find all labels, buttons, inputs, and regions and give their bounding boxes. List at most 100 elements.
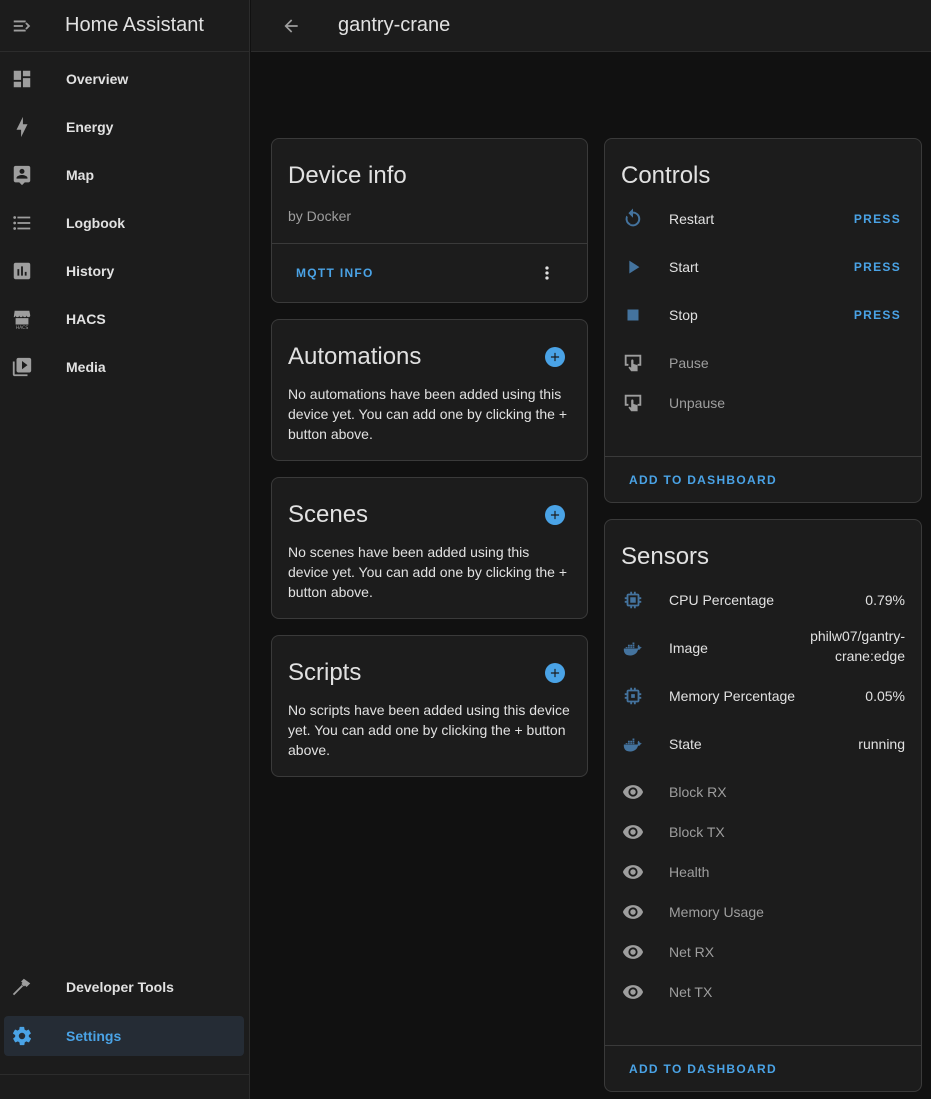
back-button[interactable] (271, 6, 311, 46)
add-script-button[interactable] (545, 663, 565, 683)
sensor-value-line: crane:edge (834, 648, 905, 664)
media-icon (4, 356, 40, 378)
sensor-name: Net TX (669, 984, 713, 1000)
sensor-name: CPU Percentage (669, 592, 775, 608)
sidebar-item-label: Logbook (66, 215, 126, 231)
overflow-menu-button[interactable] (537, 263, 557, 283)
arrow-left-icon (284, 18, 298, 33)
gesture-tap-icon (621, 391, 645, 415)
lightning-icon (4, 116, 40, 138)
control-row-unpause[interactable]: Unpause (605, 383, 921, 423)
sensor-value: 0.79% (865, 592, 905, 608)
press-button[interactable]: PRESS (854, 260, 901, 274)
sensor-row-memory-usage[interactable]: Memory Usage (605, 892, 921, 932)
card-divider (605, 1045, 921, 1046)
eye-icon (621, 860, 645, 884)
map-account-icon (4, 164, 40, 186)
card-title: Automations (288, 343, 422, 370)
sidebar-item-history[interactable]: History (4, 251, 244, 291)
control-row-stop[interactable]: Stop PRESS (605, 295, 921, 335)
sensor-name: Memory Percentage (669, 688, 796, 704)
sidebar-item-hacs[interactable]: HACS HACS (4, 299, 244, 339)
sidebar-item-label: History (66, 263, 115, 279)
sensor-row-net-rx[interactable]: Net RX (605, 932, 921, 972)
sensor-name: Image (669, 640, 708, 656)
sidebar-item-label: Map (66, 167, 94, 183)
press-button[interactable]: PRESS (854, 308, 901, 322)
sensor-name: State (669, 736, 702, 752)
page-title: gantry-crane (338, 14, 451, 36)
eye-icon (621, 780, 645, 804)
sensor-name: Health (669, 864, 710, 880)
eye-icon (621, 820, 645, 844)
sensor-name: Block RX (669, 784, 727, 800)
card-title: Device info (288, 162, 407, 189)
plus-icon (550, 510, 560, 520)
menu-toggle-button[interactable] (0, 0, 44, 52)
empty-state-text: No automations have been added using thi… (288, 386, 568, 442)
add-scene-button[interactable] (545, 505, 565, 525)
card-title: Scripts (288, 659, 362, 686)
sensor-row-image[interactable]: Image philw07/gantry-crane:edge (605, 628, 921, 668)
scenes-card: Scenes No scenes have been added using t… (271, 477, 588, 619)
sidebar-item-settings[interactable]: Settings (4, 1016, 244, 1056)
press-button[interactable]: PRESS (854, 212, 901, 226)
sidebar-item-developer-tools[interactable]: Developer Tools (4, 967, 244, 1007)
chart-box-icon (4, 260, 40, 282)
restart-icon (621, 207, 645, 231)
sidebar-item-media[interactable]: Media (4, 347, 244, 387)
eye-icon (621, 900, 645, 924)
sensor-name: Block TX (669, 824, 725, 840)
stop-icon (621, 303, 645, 327)
sidebar-item-logbook[interactable]: Logbook (4, 203, 244, 243)
sidebar-item-map[interactable]: Map (4, 155, 244, 195)
add-to-dashboard-button[interactable]: ADD TO DASHBOARD (629, 1062, 777, 1076)
control-name: Pause (669, 355, 709, 371)
sensor-row-net-tx[interactable]: Net TX (605, 972, 921, 1012)
sidebar: Home Assistant Overview Energy Map Logbo… (0, 0, 250, 1099)
sensor-row-cpu-percentage[interactable]: CPU Percentage 0.79% (605, 580, 921, 620)
sensor-row-block-rx[interactable]: Block RX (605, 772, 921, 812)
memory-chip-icon (621, 684, 645, 708)
docker-icon (621, 636, 645, 660)
hacs-icon: HACS (4, 308, 40, 330)
add-automation-button[interactable] (545, 347, 565, 367)
sidebar-item-overview[interactable]: Overview (4, 59, 244, 99)
dashboard-icon (4, 68, 40, 90)
plus-icon (550, 352, 560, 362)
control-row-pause[interactable]: Pause (605, 343, 921, 383)
hammer-icon (4, 976, 40, 998)
sidebar-item-energy[interactable]: Energy (4, 107, 244, 147)
card-divider (272, 243, 587, 244)
docker-icon (621, 732, 645, 756)
sensor-name: Net RX (669, 944, 715, 960)
control-row-start[interactable]: Start PRESS (605, 247, 921, 287)
sidebar-item-label: Overview (66, 71, 129, 87)
sidebar-divider (0, 1074, 250, 1075)
sensor-row-block-tx[interactable]: Block TX (605, 812, 921, 852)
top-bar: gantry-crane (251, 0, 931, 52)
sidebar-item-label: Energy (66, 119, 114, 135)
sensor-row-memory-percentage[interactable]: Memory Percentage 0.05% (605, 676, 921, 716)
scripts-card: Scripts No scripts have been added using… (271, 635, 588, 777)
sidebar-item-label: HACS (66, 311, 106, 327)
controls-card: Controls Restart PRESS Start PRESS Stop … (604, 138, 922, 503)
sidebar-header: Home Assistant (0, 0, 249, 52)
sensor-row-state[interactable]: State running (605, 724, 921, 764)
card-divider (605, 456, 921, 457)
sensor-row-health[interactable]: Health (605, 852, 921, 892)
eye-icon (621, 980, 645, 1004)
gear-icon (4, 1025, 40, 1047)
svg-text:HACS: HACS (16, 325, 29, 330)
card-title: Controls (621, 162, 711, 189)
control-row-restart[interactable]: Restart PRESS (605, 199, 921, 239)
manufacturer-text: by Docker (288, 208, 352, 224)
sensor-value: 0.05% (865, 688, 905, 704)
app-title: Home Assistant (65, 14, 204, 36)
list-icon (4, 212, 40, 234)
sensors-card: Sensors CPU Percentage 0.79% Image philw… (604, 519, 922, 1092)
empty-state-text: No scenes have been added using this dev… (288, 544, 568, 600)
mqtt-info-button[interactable]: MQTT INFO (296, 266, 374, 280)
add-to-dashboard-button[interactable]: ADD TO DASHBOARD (629, 473, 777, 487)
card-title: Scenes (288, 501, 369, 528)
